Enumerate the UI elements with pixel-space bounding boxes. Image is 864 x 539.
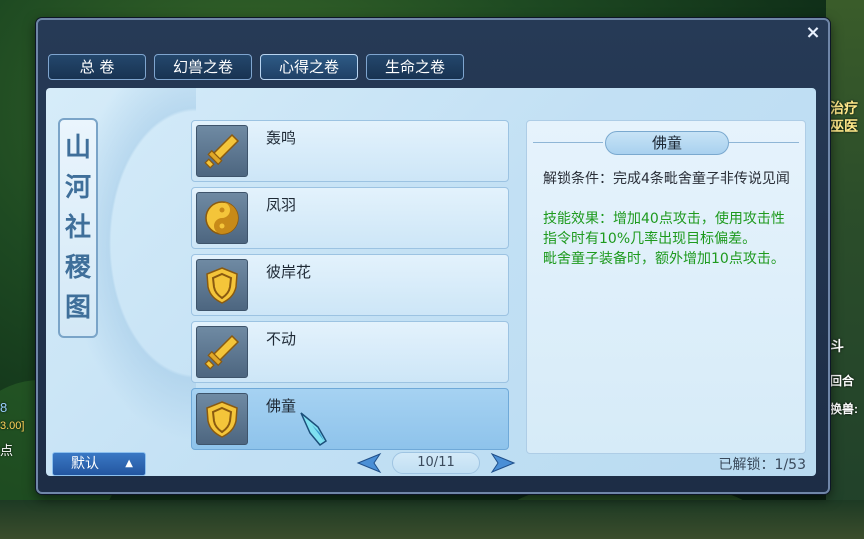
chevron-up-icon: ▲ xyxy=(125,458,133,469)
detail-panel: 佛童 解锁条件：完成4条毗舍童子非传说见闻 技能效果：增加40点攻击，使用攻击性… xyxy=(526,120,806,454)
prev-page-button[interactable] xyxy=(356,452,382,474)
background-label: 斗 xyxy=(830,338,844,354)
item-name: 彼岸花 xyxy=(266,263,312,281)
scroll-title-char: 社 xyxy=(64,213,91,243)
background-label: 治疗 xyxy=(830,100,858,116)
item-name: 轰鸣 xyxy=(266,129,297,147)
background-ground xyxy=(0,500,864,539)
bottom-bar: 默认 ▲ 10/11 已解锁：1/53 xyxy=(46,448,816,476)
skill-list: 轰鸣 凤羽 彼岸花 不动 佛童 xyxy=(191,120,509,455)
background-right-panel xyxy=(826,0,864,539)
next-page-button[interactable] xyxy=(490,452,516,474)
yin-yang-icon xyxy=(196,192,248,244)
background-label: 回合 xyxy=(830,374,855,388)
list-item[interactable]: 轰鸣 xyxy=(191,120,509,182)
background-label: 点 xyxy=(0,443,14,458)
codex-window: × 总 卷 幻兽之卷 心得之卷 生命之卷 山 河 社 稷 图 轰鸣 凤羽 彼岸花… xyxy=(36,18,830,494)
detail-title: 佛童 xyxy=(605,131,729,155)
scroll-title-char: 稷 xyxy=(64,253,91,283)
tab-bar: 总 卷 幻兽之卷 心得之卷 生命之卷 xyxy=(48,54,464,80)
scroll-title-char: 河 xyxy=(64,173,91,203)
pager: 10/11 xyxy=(356,450,516,476)
cursor-icon xyxy=(300,412,327,446)
page-indicator: 10/11 xyxy=(392,452,480,474)
detail-text: 解锁条件：完成4条毗舍童子非传说见闻 技能效果：增加40点攻击，使用攻击性指令时… xyxy=(543,169,793,269)
list-item[interactable]: 凤羽 xyxy=(191,187,509,249)
tab-insight[interactable]: 心得之卷 xyxy=(260,54,358,80)
sword-icon xyxy=(196,125,248,177)
scroll-title-plaque: 山 河 社 稷 图 xyxy=(58,118,98,338)
unlock-count: 已解锁：1/53 xyxy=(718,457,806,473)
background-label: 3.00] xyxy=(0,420,25,432)
shield-icon xyxy=(196,393,248,445)
divider xyxy=(533,142,603,143)
content-panel: 山 河 社 稷 图 轰鸣 凤羽 彼岸花 不动 佛童 佛童 解锁条件：完成4条毗舍… xyxy=(46,88,816,476)
tab-life[interactable]: 生命之卷 xyxy=(366,54,464,80)
default-sort-label: 默认 xyxy=(71,456,99,472)
list-item[interactable]: 不动 xyxy=(191,321,509,383)
background-label: 8 xyxy=(0,400,8,415)
list-item-selected[interactable]: 佛童 xyxy=(191,388,509,450)
default-sort-dropdown[interactable]: 默认 ▲ xyxy=(52,452,146,476)
scroll-title-char: 图 xyxy=(64,293,91,323)
background-label: 巫医 xyxy=(830,118,858,134)
unlock-condition: 解锁条件：完成4条毗舍童子非传说见闻 xyxy=(543,171,790,187)
background-label: 换兽: xyxy=(830,402,858,416)
scroll-title-char: 山 xyxy=(64,133,91,163)
detail-header: 佛童 xyxy=(527,131,805,155)
divider xyxy=(729,142,799,143)
sword-icon xyxy=(196,326,248,378)
close-button[interactable]: × xyxy=(804,24,822,42)
item-name: 不动 xyxy=(266,330,297,348)
skill-effect: 技能效果：增加40点攻击，使用攻击性指令时有10%几率出现目标偏差。 xyxy=(543,211,785,247)
item-name: 凤羽 xyxy=(266,196,297,214)
tab-beast[interactable]: 幻兽之卷 xyxy=(154,54,252,80)
tab-overview[interactable]: 总 卷 xyxy=(48,54,146,80)
item-name: 佛童 xyxy=(266,397,297,415)
skill-effect-extra: 毗舍童子装备时，额外增加10点攻击。 xyxy=(543,251,785,267)
list-item[interactable]: 彼岸花 xyxy=(191,254,509,316)
shield-icon xyxy=(196,259,248,311)
